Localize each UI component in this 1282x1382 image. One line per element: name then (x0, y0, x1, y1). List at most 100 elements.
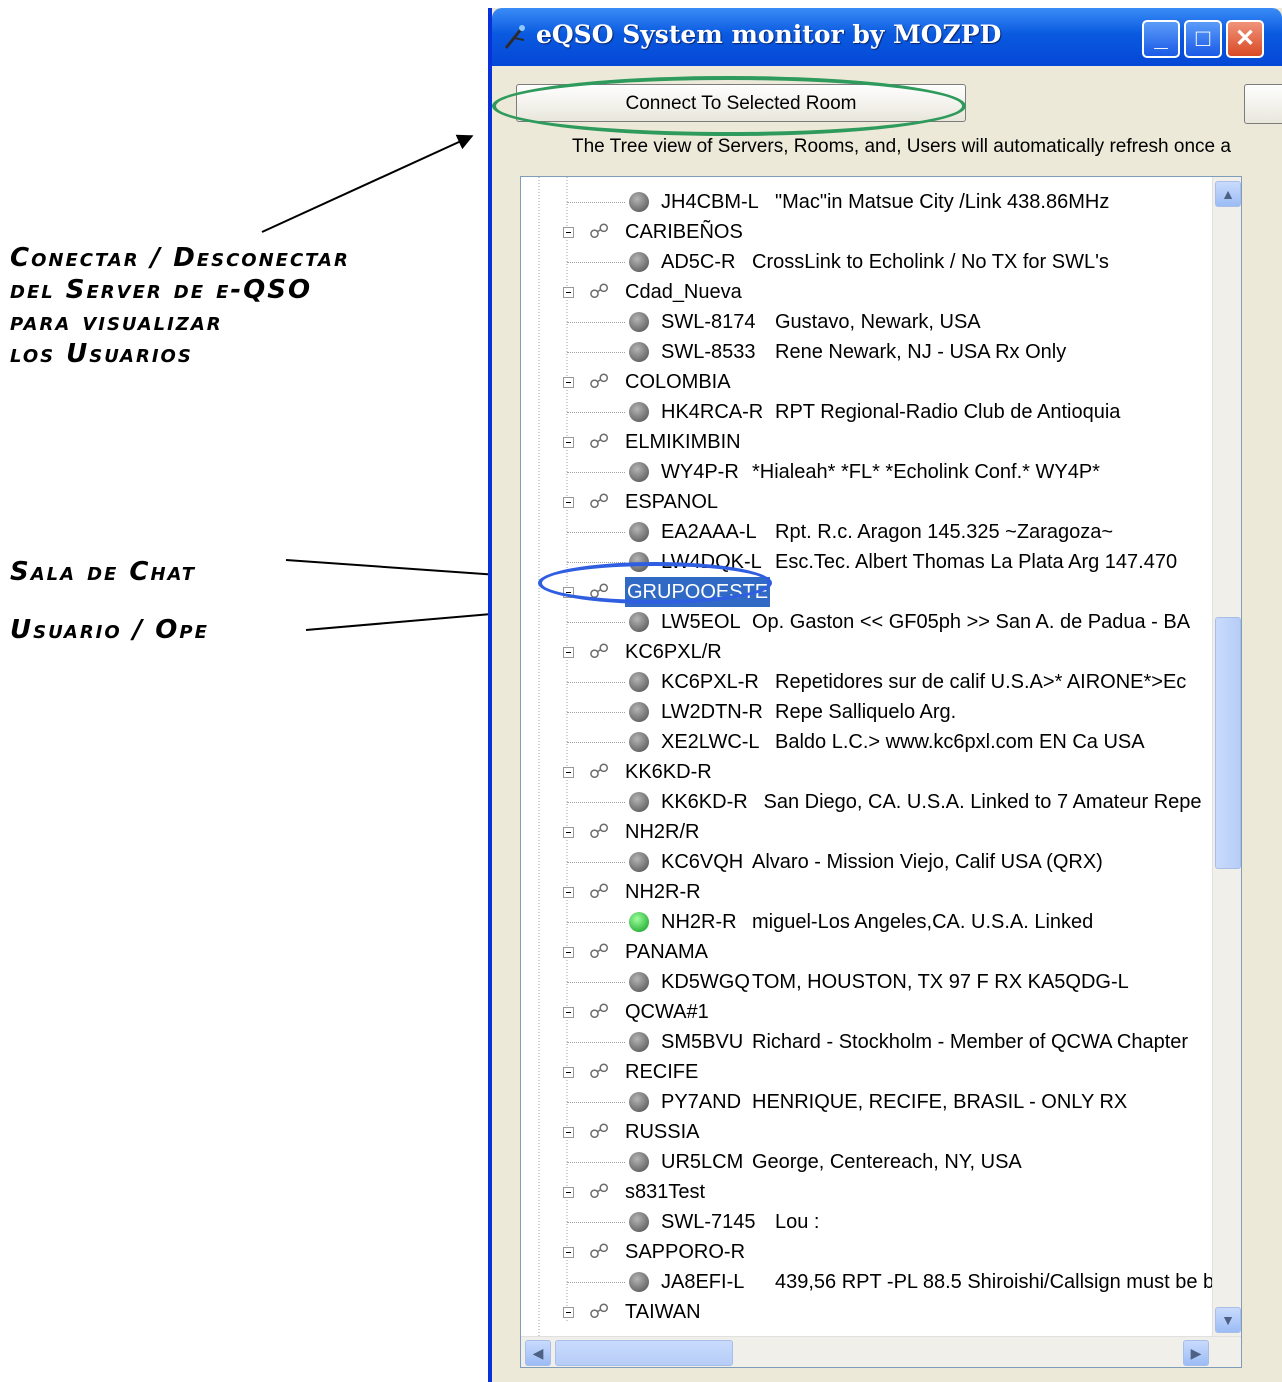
tree-connector (567, 1222, 625, 1223)
user-row[interactable]: SWL-8174 Gustavo, Newark, USA (521, 307, 1211, 337)
expand-collapse-icon[interactable] (563, 887, 574, 898)
expand-collapse-icon[interactable] (563, 947, 574, 958)
expand-collapse-icon[interactable] (563, 1067, 574, 1078)
tree-connector (567, 262, 625, 263)
expand-collapse-icon[interactable] (563, 227, 574, 238)
user-row[interactable]: WY4P-R *Hialeah* *FL* *Echolink Conf.* WY… (521, 457, 1211, 487)
room-icon: ☍ (589, 371, 610, 393)
user-row[interactable]: KK6KD-R San Diego, CA. U.S.A. Linked to 7… (521, 787, 1211, 817)
room-icon: ☍ (589, 221, 610, 243)
user-row[interactable]: SM5BVU Richard - Stockholm - Member of QC… (521, 1027, 1211, 1057)
room-row[interactable]: ☍ PANAMA (521, 937, 1211, 967)
horizontal-scrollbar[interactable]: ◀ ▶ (521, 1336, 1241, 1367)
room-name: CARIBEÑOS (625, 221, 743, 243)
expand-collapse-icon[interactable] (563, 287, 574, 298)
room-row[interactable]: ☍ s831Test (521, 1177, 1211, 1207)
user-description: Alvaro - Mission Viejo, Calif USA (QRX) (752, 851, 1103, 873)
user-row[interactable]: XE2LWC-L Baldo L.C.> www.kc6pxl.com EN Ca… (521, 727, 1211, 757)
room-name: COLOMBIA (625, 371, 731, 393)
scroll-right-button[interactable]: ▶ (1183, 1340, 1209, 1366)
user-idle-icon (629, 1212, 649, 1232)
close-button[interactable]: ✕ (1226, 20, 1264, 58)
expand-collapse-icon[interactable] (563, 1007, 574, 1018)
room-row[interactable]: ☍ ELMIKIMBIN (521, 427, 1211, 457)
expand-collapse-icon[interactable] (563, 827, 574, 838)
room-row[interactable]: ☍ NH2R/R (521, 817, 1211, 847)
scroll-down-button[interactable]: ▼ (1215, 1307, 1241, 1333)
user-row[interactable]: NH2R-R miguel-Los Angeles,CA. U.S.A. Link… (521, 907, 1211, 937)
vertical-scrollbar[interactable]: ▲ ▼ (1212, 177, 1241, 1337)
room-row[interactable]: ☍ RECIFE (521, 1057, 1211, 1087)
user-idle-icon (629, 1272, 649, 1292)
user-description: Op. Gaston << GF05ph >> San A. de Padua … (752, 611, 1191, 633)
tree-connector (567, 742, 625, 743)
app-window: eQSO System monitor by MOZPD _ □ ✕ Conne… (488, 8, 1282, 1382)
secondary-button[interactable] (1244, 84, 1282, 124)
room-row[interactable]: ☍ NH2R-R (521, 877, 1211, 907)
user-row[interactable]: EA2AAA-L Rpt. R.c. Aragon 145.325 ~Zarago… (521, 517, 1211, 547)
expand-collapse-icon[interactable] (563, 1187, 574, 1198)
user-idle-icon (629, 1032, 649, 1052)
user-row[interactable]: PY7AND HENRIQUE, RECIFE, BRASIL - ONLY RX (521, 1087, 1211, 1117)
user-idle-icon (629, 462, 649, 482)
room-icon: ☍ (589, 1181, 610, 1203)
user-row[interactable]: UR5LCM George, Centereach, NY, USA (521, 1147, 1211, 1177)
horizontal-scroll-thumb[interactable] (555, 1340, 733, 1366)
expand-collapse-icon[interactable] (563, 647, 574, 658)
scroll-left-button[interactable]: ◀ (525, 1340, 551, 1366)
user-description: Baldo L.C.> www.kc6pxl.com EN Ca USA (775, 731, 1145, 753)
user-row[interactable]: KC6VQH Alvaro - Mission Viejo, Calif USA … (521, 847, 1211, 877)
room-icon: ☍ (589, 281, 610, 303)
user-row[interactable]: SWL-7145 Lou : (521, 1207, 1211, 1237)
maximize-button[interactable]: □ (1184, 20, 1222, 58)
user-idle-icon (629, 402, 649, 422)
room-row[interactable]: ☍ SAPPORO-R (521, 1237, 1211, 1267)
window-title: eQSO System monitor by MOZPD (536, 20, 1002, 49)
room-row[interactable]: ☍ KC6PXL/R (521, 637, 1211, 667)
room-row[interactable]: ☍ TAIWAN (521, 1297, 1211, 1327)
expand-collapse-icon[interactable] (563, 767, 574, 778)
room-row[interactable]: ☍ ESPANOL (521, 487, 1211, 517)
title-bar[interactable]: eQSO System monitor by MOZPD _ □ ✕ (492, 8, 1282, 66)
expand-collapse-icon[interactable] (563, 497, 574, 508)
user-row[interactable]: KC6PXL-R Repetidores sur de calif U.S.A>*… (521, 667, 1211, 697)
scroll-up-button[interactable]: ▲ (1215, 181, 1241, 207)
user-row[interactable]: LW5EOL Op. Gaston << GF05ph >> San A. de … (521, 607, 1211, 637)
expand-collapse-icon[interactable] (563, 1307, 574, 1318)
user-row[interactable]: LW2DTN-R Repe Salliquelo Arg. (521, 697, 1211, 727)
user-description: RPT Regional-Radio Club de Antioquia (775, 401, 1121, 423)
vertical-scroll-thumb[interactable] (1215, 617, 1241, 869)
room-name: ELMIKIMBIN (625, 431, 741, 453)
room-icon: ☍ (589, 1061, 610, 1083)
expand-collapse-icon[interactable] (563, 1127, 574, 1138)
user-row[interactable]: SWL-8533 Rene Newark, NJ - USA Rx Only (521, 337, 1211, 367)
user-description: Rpt. R.c. Aragon 145.325 ~Zaragoza~ (775, 521, 1113, 543)
server-tree-view[interactable]: JH4CBM-L "Mac"in Matsue City /Link 438.86… (520, 176, 1242, 1368)
tree-connector (567, 472, 625, 473)
user-description: Lou : (775, 1211, 820, 1233)
expand-collapse-icon[interactable] (563, 437, 574, 448)
room-row[interactable]: ☍ COLOMBIA (521, 367, 1211, 397)
user-idle-icon (629, 522, 649, 542)
expand-collapse-icon[interactable] (563, 1247, 574, 1258)
room-row[interactable]: ☍ Cdad_Nueva (521, 277, 1211, 307)
user-description: George, Centereach, NY, USA (752, 1151, 1022, 1173)
maximize-icon: □ (1195, 25, 1211, 52)
user-row[interactable]: HK4RCA-R RPT Regional-Radio Club de Antio… (521, 397, 1211, 427)
user-row[interactable]: AD5C-R CrossLink to Echolink / No TX for … (521, 247, 1211, 277)
room-row[interactable]: ☍ RUSSIA (521, 1117, 1211, 1147)
room-icon: ☍ (589, 1001, 610, 1023)
user-row[interactable]: JA8EFI-L 439,56 RPT -PL 88.5 Shiroishi/Ca… (521, 1267, 1214, 1297)
user-row[interactable]: KD5WGQ TOM, HOUSTON, TX 97 F RX KA5QDG-L (521, 967, 1211, 997)
expand-collapse-icon[interactable] (563, 377, 574, 388)
tree-connector (567, 1282, 625, 1283)
user-row[interactable]: JH4CBM-L "Mac"in Matsue City /Link 438.86… (521, 187, 1211, 217)
room-icon: ☍ (589, 491, 610, 513)
minimize-button[interactable]: _ (1142, 20, 1180, 58)
room-row[interactable]: ☍ CARIBEÑOS (521, 217, 1211, 247)
room-row[interactable]: ☍ KK6KD-R (521, 757, 1211, 787)
user-idle-icon (629, 852, 649, 872)
tree-connector (567, 412, 625, 413)
room-name: KK6KD-R (625, 761, 712, 783)
room-row[interactable]: ☍ QCWA#1 (521, 997, 1211, 1027)
